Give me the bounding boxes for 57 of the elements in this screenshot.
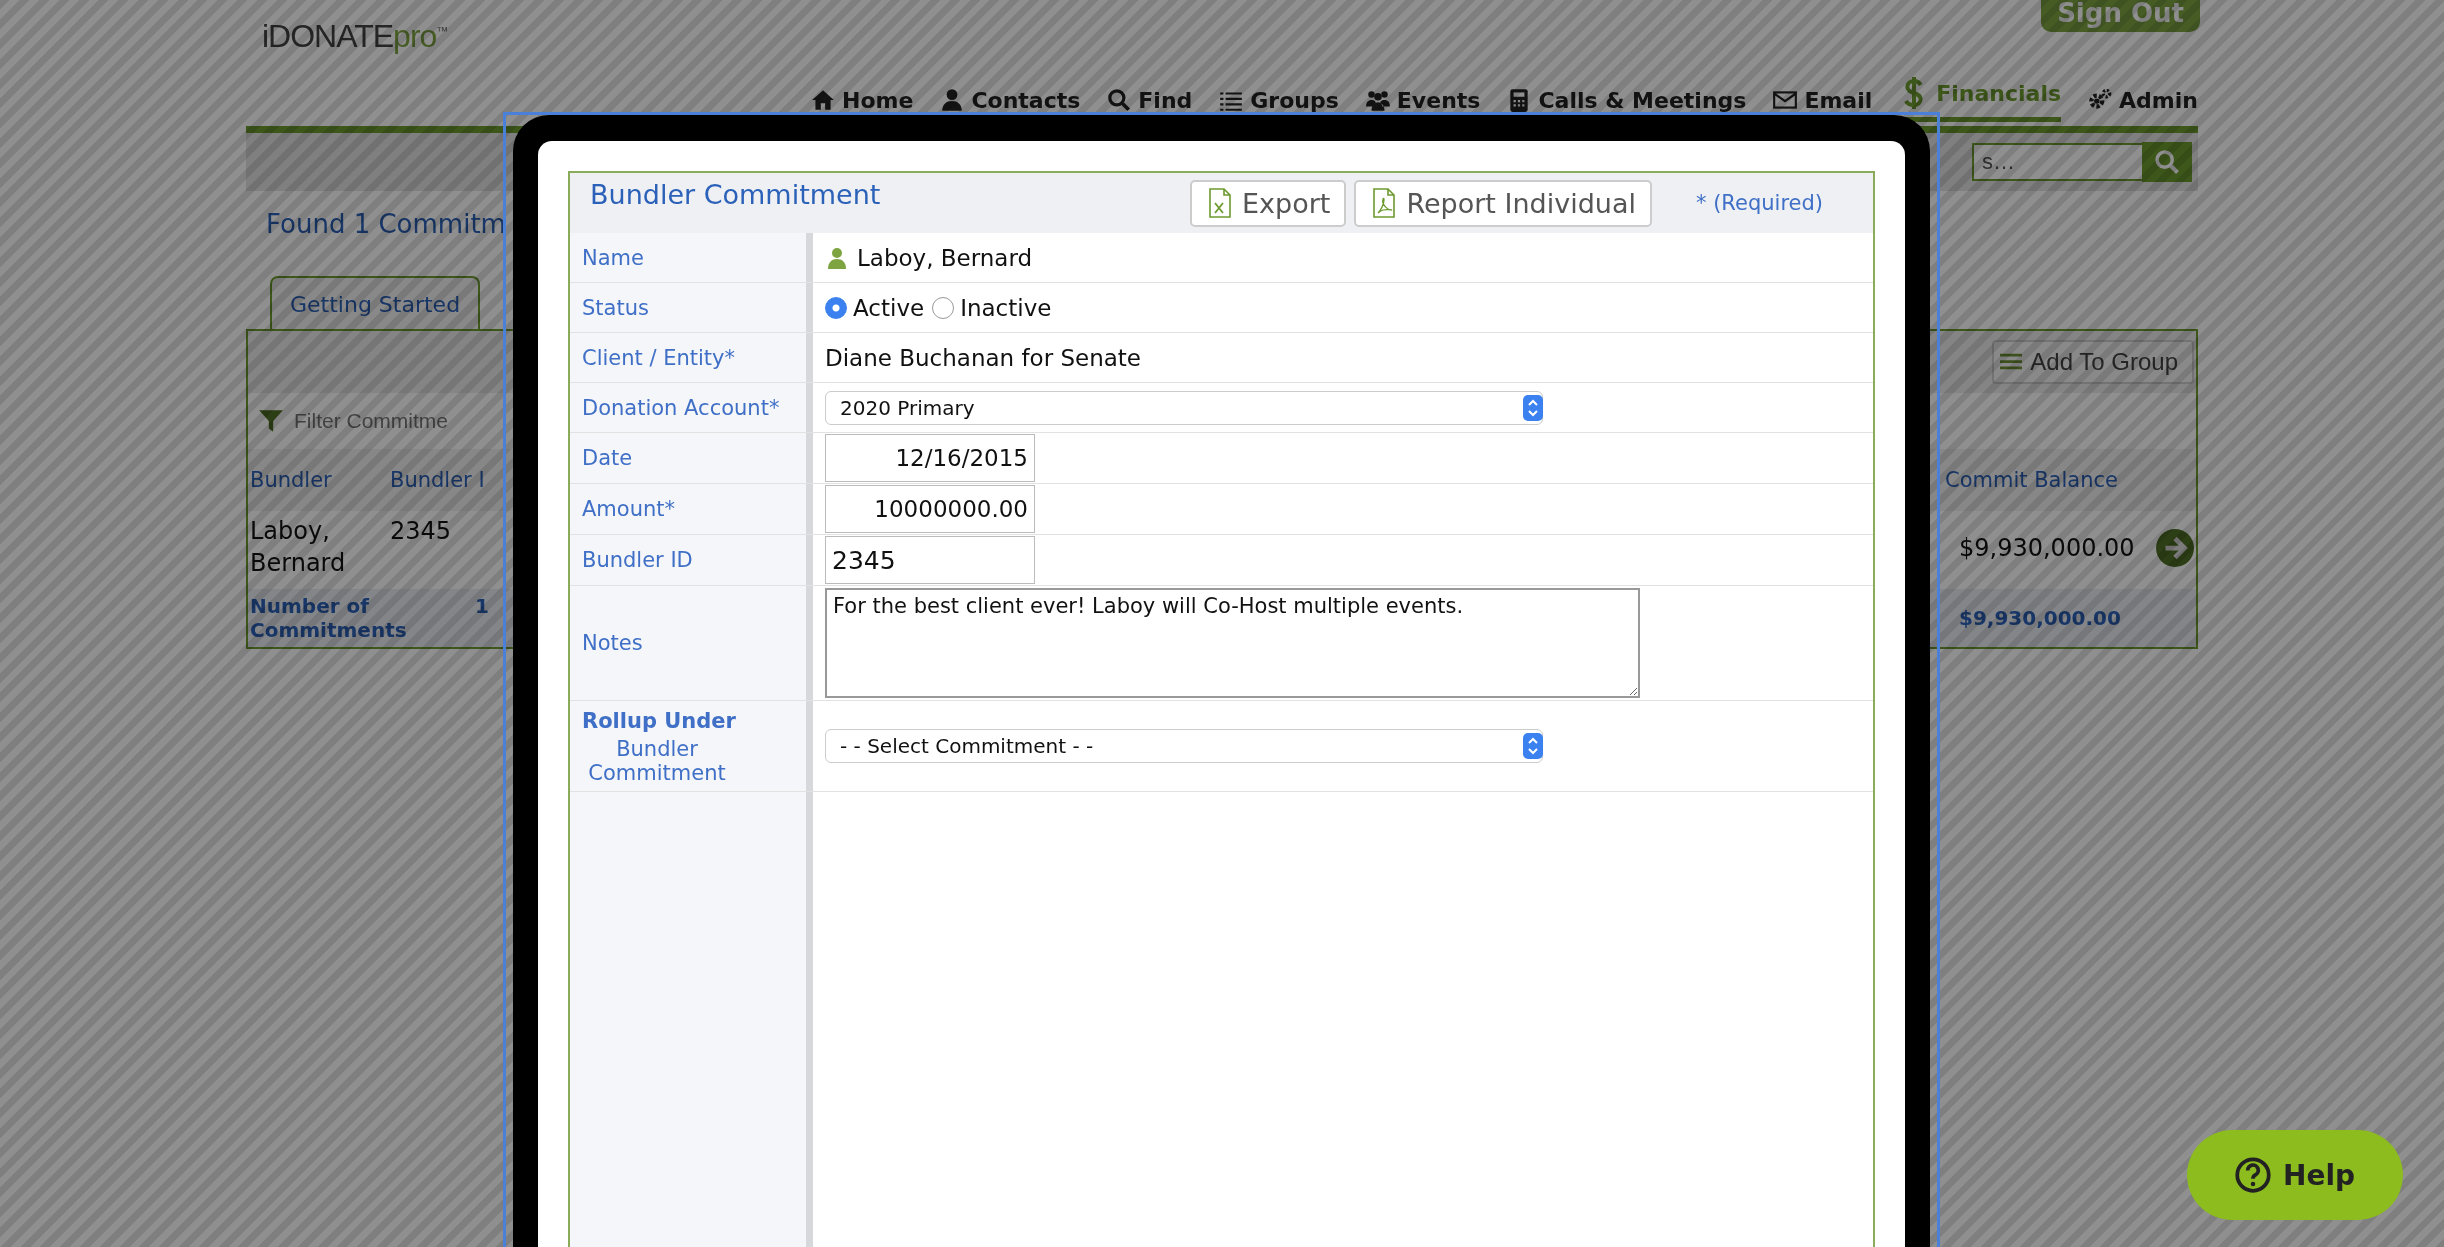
search-icon xyxy=(2153,148,2181,176)
pdf-file-icon xyxy=(1372,188,1397,218)
table-cell-text: 2345 xyxy=(390,516,452,547)
filter-icon xyxy=(258,408,284,434)
field-label: Client / Entity* xyxy=(582,345,737,370)
add-to-group-button[interactable]: Add To Group xyxy=(1992,340,2194,384)
search-icon xyxy=(1106,87,1133,113)
nav-link[interactable]: Admin xyxy=(2087,87,2198,122)
field-value: Laboy, Bernard xyxy=(857,244,1033,271)
report-button[interactable]: Report Individual xyxy=(1354,179,1652,227)
nav-link[interactable]: Contacts xyxy=(939,87,1081,122)
dropdown[interactable]: - - Select Commitment - - xyxy=(825,729,1543,763)
radio-option[interactable]: Inactive xyxy=(932,294,1052,321)
field-label: Donation Account* xyxy=(582,395,781,420)
input-field[interactable]: 10000000.00 xyxy=(825,485,1035,533)
export-button[interactable]: Export xyxy=(1190,179,1347,227)
tab[interactable]: Getting Started xyxy=(270,276,481,329)
table-cell-text: Laboy, Bernard xyxy=(249,516,347,579)
footer-total: $9,930,000.00 xyxy=(1958,606,2121,630)
nav-link[interactable]: Groups xyxy=(1218,87,1339,122)
input-field[interactable]: 2345 xyxy=(825,536,1035,584)
form-title: Bundler Commitment xyxy=(590,178,881,210)
help-icon xyxy=(2234,1157,2271,1193)
spreadsheet-file-icon xyxy=(1208,188,1232,218)
logo: iDONATEpro$^{™}$ xyxy=(262,18,448,55)
field-label: Bundler ID xyxy=(582,548,694,572)
search-button[interactable] xyxy=(2142,142,2192,182)
nav-link[interactable]: Home xyxy=(810,87,914,122)
table-cell-text: $9,930,000.00 xyxy=(1958,533,2135,564)
column-header[interactable]: Bundler I xyxy=(390,468,485,492)
nav-link[interactable]: Find xyxy=(1106,87,1193,122)
dropdown[interactable]: 2020 Primary xyxy=(825,390,1543,425)
required-note: * (Required) xyxy=(1694,191,1824,215)
nav-link[interactable]: Calls & Meetings xyxy=(1506,87,1747,122)
field-label: Date xyxy=(582,446,634,470)
radio-option[interactable]: Active xyxy=(825,294,925,321)
search-field[interactable]: s… xyxy=(1972,143,2142,181)
field-label: Notes xyxy=(582,631,644,655)
field-label: Rollup Under xyxy=(582,709,737,733)
results-heading: Found 1 Commitm xyxy=(266,209,507,241)
arrow-right-icon[interactable] xyxy=(2156,529,2194,567)
field-label: Name xyxy=(582,245,645,270)
chevron-icon xyxy=(1523,733,1543,759)
notes-field[interactable]: For the best client ever! Laboy will Co-Host multiple events. xyxy=(825,588,1640,698)
footer-count: 1 xyxy=(474,594,489,620)
help-button[interactable]: Help xyxy=(2187,1130,2403,1220)
filter-field[interactable]: Filter Commitme xyxy=(294,409,494,433)
field-label: Status xyxy=(582,295,650,320)
field-value: Diane Buchanan for Senate xyxy=(825,344,1141,371)
nav-link[interactable]: Email xyxy=(1772,87,1873,122)
chevron-icon xyxy=(1523,394,1543,421)
input-field[interactable]: 12/16/2015 xyxy=(825,434,1035,482)
person-icon xyxy=(825,245,849,270)
footer-label: Number of Commitments xyxy=(249,594,408,642)
field-label: Bundler Commitment xyxy=(587,737,727,787)
field-label: Amount* xyxy=(582,497,677,521)
nav-link[interactable]: Events xyxy=(1364,87,1481,122)
